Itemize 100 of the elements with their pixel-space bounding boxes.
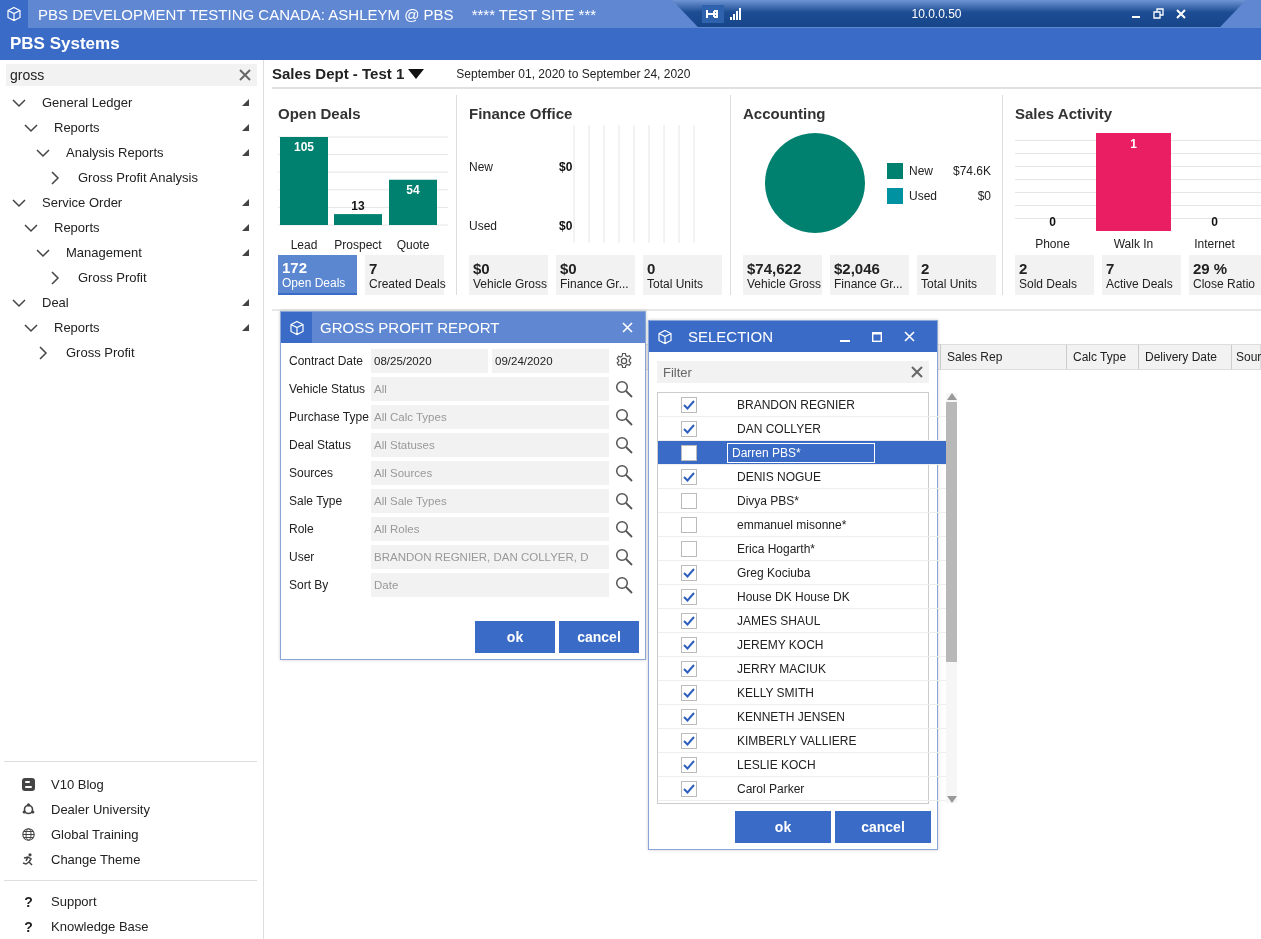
stat-tile[interactable]: $0 Vehicle Gross — [469, 255, 548, 295]
checkbox[interactable] — [681, 732, 697, 749]
input-field[interactable]: 08/25/2020 — [371, 349, 488, 373]
tree-item[interactable]: General Ledger — [42, 95, 242, 110]
search-icon[interactable] — [615, 520, 633, 538]
checkbox[interactable] — [681, 588, 697, 605]
sidebar-link[interactable]: Dealer University — [51, 802, 150, 817]
clear-icon[interactable] — [239, 69, 251, 81]
checkbox[interactable] — [681, 420, 697, 437]
dropdown-caret-icon[interactable] — [408, 68, 425, 79]
dialog-button[interactable]: cancel — [559, 621, 639, 653]
close-icon[interactable] — [1176, 8, 1186, 19]
chevron-right-icon[interactable] — [36, 345, 50, 360]
dialog-button[interactable]: ok — [475, 621, 555, 653]
checkbox[interactable] — [681, 780, 697, 797]
column-header[interactable]: Sales Rep — [940, 345, 1066, 369]
input-field[interactable]: All Roles — [371, 517, 609, 541]
list-row[interactable]: Carol Parker — [658, 777, 946, 801]
filter-field[interactable]: Filter — [657, 361, 929, 383]
search-icon[interactable] — [615, 436, 633, 454]
input-field[interactable]: All Sale Types — [371, 489, 609, 513]
stat-tile[interactable]: 7 Created Deals — [365, 255, 444, 295]
list-row[interactable]: JEREMY KOCH — [658, 633, 946, 657]
restore-icon[interactable] — [1153, 8, 1164, 19]
list-row[interactable]: KENNETH JENSEN — [658, 705, 946, 729]
search-field[interactable]: gross — [6, 64, 257, 86]
input-field[interactable]: All Statuses — [371, 433, 609, 457]
pin-icon[interactable] — [702, 4, 724, 23]
search-icon[interactable] — [615, 576, 633, 594]
chevron-right-icon[interactable] — [48, 170, 62, 185]
list-row[interactable]: House DK House DK — [658, 585, 946, 609]
checkbox[interactable] — [681, 612, 697, 629]
tree-item[interactable]: Gross Profit — [66, 345, 249, 360]
checkbox[interactable] — [681, 708, 697, 725]
checkbox[interactable] — [681, 396, 697, 413]
tree-item[interactable]: Deal — [42, 295, 242, 310]
stat-tile[interactable]: 29 % Close Ratio — [1189, 255, 1261, 295]
close-icon[interactable] — [904, 331, 915, 342]
column-header[interactable]: Calc Type — [1066, 345, 1138, 369]
tree-item[interactable]: Reports — [54, 320, 242, 335]
list-row[interactable]: emmanuel misonne* — [658, 513, 946, 537]
list-row[interactable]: DENIS NOGUE — [658, 465, 946, 489]
search-icon[interactable] — [615, 380, 633, 398]
input-field[interactable]: Date — [371, 573, 609, 597]
input-field[interactable]: BRANDON REGNIER, DAN COLLYER, D — [371, 545, 609, 569]
list-row[interactable]: Darren PBS* — [658, 441, 946, 465]
list-row[interactable]: KIMBERLY VALLIERE — [658, 729, 946, 753]
checkbox[interactable] — [681, 756, 697, 773]
tree-item[interactable]: Reports — [54, 120, 242, 135]
search-icon[interactable] — [615, 408, 633, 426]
sidebar-link[interactable]: Support — [51, 894, 97, 909]
checkbox[interactable] — [681, 540, 697, 557]
dialog-button[interactable]: ok — [735, 811, 831, 843]
stat-tile[interactable]: $0 Finance Gr... — [556, 255, 635, 295]
input-field[interactable]: All Sources — [371, 461, 609, 485]
input-field[interactable]: All Calc Types — [371, 405, 609, 429]
column-header[interactable]: Sour — [1231, 345, 1260, 369]
checkbox[interactable] — [681, 684, 697, 701]
list-row[interactable]: KELLY SMITH — [658, 681, 946, 705]
checkbox[interactable] — [681, 468, 697, 485]
input-field[interactable]: 09/24/2020 — [492, 349, 609, 373]
search-icon[interactable] — [615, 464, 633, 482]
list-row[interactable]: JERRY MACIUK — [658, 657, 946, 681]
list-row[interactable]: Erica Hogarth* — [658, 537, 946, 561]
tree-item[interactable]: Gross Profit — [78, 270, 249, 285]
list-row[interactable]: BRANDON REGNIER — [658, 393, 946, 417]
stat-tile[interactable]: $74,622 Vehicle Gross — [743, 255, 822, 295]
stat-tile[interactable]: 2 Total Units — [917, 255, 996, 295]
settings-icon[interactable] — [615, 352, 633, 370]
department-dropdown[interactable]: Sales Dept - Test 1 — [272, 65, 405, 82]
dialog-button[interactable]: cancel — [835, 811, 931, 843]
scroll-up-icon[interactable] — [946, 393, 957, 400]
sidebar-link[interactable]: Knowledge Base — [51, 919, 149, 934]
stat-tile[interactable]: 7 Active Deals — [1102, 255, 1181, 295]
stat-tile[interactable]: 2 Sold Deals — [1015, 255, 1094, 295]
sidebar-link[interactable]: V10 Blog — [51, 777, 104, 792]
scrollbar[interactable] — [946, 393, 957, 803]
list-row[interactable]: JAMES SHAUL — [658, 609, 946, 633]
list-row[interactable]: Greg Kociuba — [658, 561, 946, 585]
tree-item[interactable]: Gross Profit Analysis — [78, 170, 249, 185]
checkbox[interactable] — [681, 636, 697, 653]
list-row[interactable]: Divya PBS* — [658, 489, 946, 513]
checkbox[interactable] — [681, 564, 697, 581]
sidebar-link[interactable]: Global Training — [51, 827, 139, 842]
column-header[interactable]: Delivery Date — [1138, 345, 1231, 369]
scroll-down-icon[interactable] — [946, 796, 957, 803]
search-icon[interactable] — [615, 492, 633, 510]
tree-item[interactable]: Analysis Reports — [66, 145, 242, 160]
stat-tile[interactable]: 172 Open Deals — [278, 255, 357, 295]
checkbox[interactable] — [681, 516, 697, 533]
tree-item[interactable]: Service Order — [42, 195, 242, 210]
stat-tile[interactable]: 0 Total Units — [643, 255, 722, 295]
list-row[interactable]: LESLIE KOCH — [658, 753, 946, 777]
search-icon[interactable] — [615, 548, 633, 566]
tree-item[interactable]: Reports — [54, 220, 242, 235]
stat-tile[interactable]: $2,046 Finance Gr... — [830, 255, 909, 295]
chevron-right-icon[interactable] — [48, 270, 62, 285]
input-field[interactable]: All — [371, 377, 609, 401]
checkbox[interactable] — [681, 444, 697, 461]
clear-icon[interactable] — [911, 366, 923, 378]
